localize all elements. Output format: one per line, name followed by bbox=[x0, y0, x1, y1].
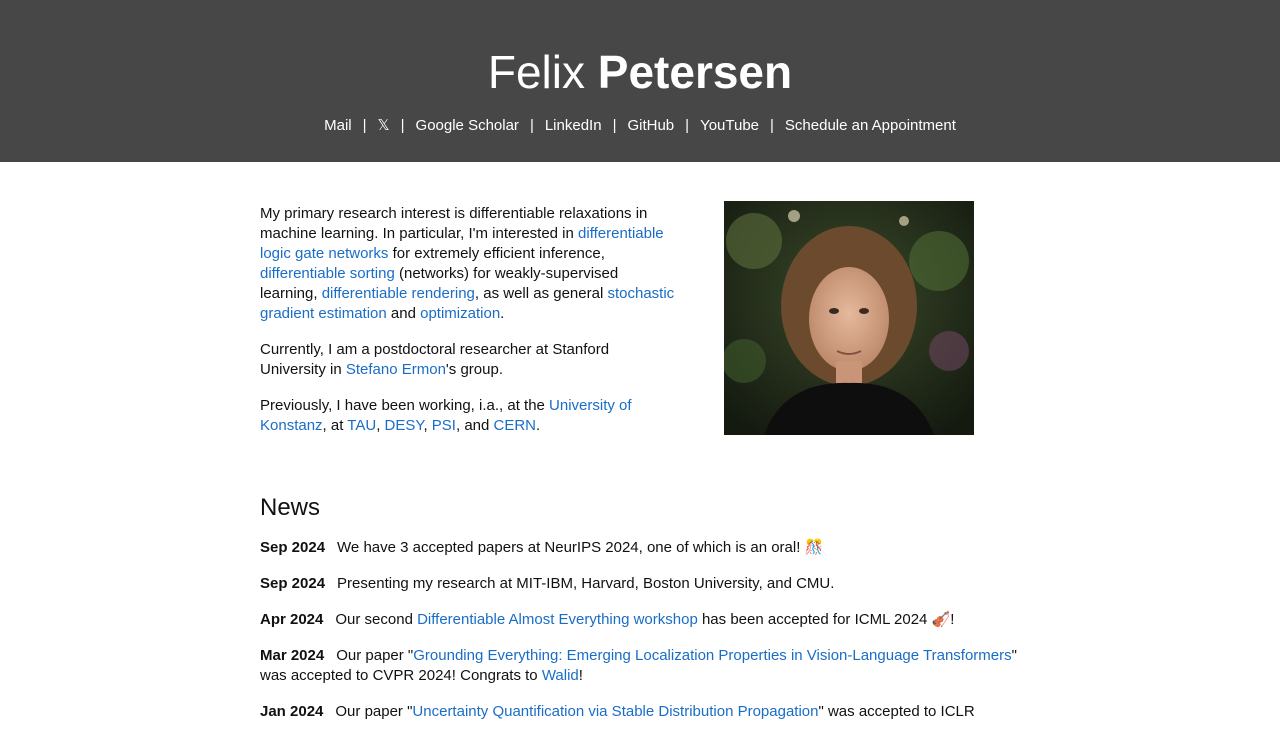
nav-separator: | bbox=[685, 117, 690, 134]
optimization-link[interactable]: optimization bbox=[420, 305, 500, 322]
news-text: ! bbox=[578, 667, 583, 684]
site-header: Felix Petersen Mail | 𝕏 | Google Scholar | Lin… bbox=[0, 0, 1280, 162]
news-item: Sep 2024 We have 3 accepted papers at Neu… bbox=[260, 538, 1020, 558]
nav-github-link[interactable]: GitHub bbox=[627, 117, 674, 134]
uncertainty-paper-link[interactable]: Uncertainty Quantification via Stable Di… bbox=[412, 703, 818, 720]
news-item: Mar 2024 Our paper "Grounding Everything:… bbox=[260, 646, 1020, 686]
nav-separator: | bbox=[529, 117, 534, 134]
intro-text: 's group. bbox=[445, 361, 503, 378]
intro-text: . bbox=[536, 417, 541, 434]
nav-schedule-link[interactable]: Schedule an Appointment bbox=[785, 117, 956, 134]
page-title: Felix Petersen bbox=[0, 42, 1280, 102]
intro-text: for extremely efficient inference, bbox=[388, 245, 605, 262]
nav-google-scholar-link[interactable]: Google Scholar bbox=[416, 117, 519, 134]
stefano-ermon-link[interactable]: Stefano Ermon bbox=[346, 361, 446, 378]
news-list: Sep 2024 We have 3 accepted papers at Neu… bbox=[260, 538, 1020, 738]
news-date: Sep 2024 bbox=[260, 575, 326, 592]
intro-text: Previously, I have been working, i.a., a… bbox=[260, 397, 550, 414]
nav-mail-link[interactable]: Mail bbox=[324, 117, 352, 134]
nav-x-link[interactable]: 𝕏 bbox=[378, 117, 390, 134]
intro-text: , bbox=[423, 417, 432, 434]
news-text: Our paper " bbox=[336, 647, 414, 664]
news-text: Our second bbox=[335, 611, 418, 628]
news-date: Sep 2024 bbox=[260, 539, 326, 556]
nav-separator: | bbox=[362, 117, 367, 134]
nav-youtube-link[interactable]: YouTube bbox=[700, 117, 759, 134]
news-text: Presenting my research at MIT-IBM, Harva… bbox=[337, 575, 835, 592]
news-item: Apr 2024 Our second Differentiable Almost… bbox=[260, 610, 1020, 630]
walid-link[interactable]: Walid bbox=[542, 667, 579, 684]
intro-text: and bbox=[386, 305, 421, 322]
grounding-everything-paper-link[interactable]: Grounding Everything: Emerging Localizat… bbox=[413, 647, 1011, 664]
news-date: Mar 2024 bbox=[260, 647, 325, 664]
intro-paragraph-current: Currently, I am a postdoctoral researche… bbox=[260, 340, 676, 380]
differentiable-sorting-link[interactable]: differentiable sorting bbox=[260, 265, 395, 282]
intro-text: , at bbox=[322, 417, 348, 434]
last-name: Petersen bbox=[597, 46, 793, 98]
news-item: Sep 2024 Presenting my research at MIT-IB… bbox=[260, 574, 1020, 594]
profile-photo bbox=[724, 201, 974, 435]
intro: My primary research interest is differen… bbox=[260, 204, 676, 452]
news-date: Jan 2024 bbox=[260, 703, 324, 720]
first-name: Felix bbox=[487, 46, 585, 98]
workshop-link[interactable]: Differentiable Almost Everything worksho… bbox=[417, 611, 698, 628]
nav-separator: | bbox=[612, 117, 617, 134]
news-date: Apr 2024 bbox=[260, 611, 324, 628]
news-item: Jan 2024 Our paper "Uncertainty Quantific… bbox=[260, 702, 1020, 722]
nav-separator: | bbox=[770, 117, 774, 134]
tau-link[interactable]: TAU bbox=[347, 417, 376, 434]
cern-link[interactable]: CERN bbox=[494, 417, 537, 434]
news-text: has been accepted for ICML 2024 🎻! bbox=[697, 611, 955, 628]
desy-link[interactable]: DESY bbox=[385, 417, 424, 434]
intro-text: , bbox=[376, 417, 385, 434]
intro-text: , as well as general bbox=[474, 285, 608, 302]
nav-links: Mail | 𝕏 | Google Scholar | LinkedIn | GitHub | Yo… bbox=[0, 116, 1280, 136]
news-text: We have 3 accepted papers at NeurIPS 202… bbox=[337, 539, 824, 556]
news-heading: News bbox=[260, 494, 321, 521]
intro-paragraph-previous: Previously, I have been working, i.a., a… bbox=[260, 396, 676, 436]
differentiable-rendering-link[interactable]: differentiable rendering bbox=[322, 285, 475, 302]
psi-link[interactable]: PSI bbox=[432, 417, 456, 434]
intro-paragraph-research: My primary research interest is differen… bbox=[260, 204, 676, 324]
news-text: Our paper " bbox=[335, 703, 413, 720]
intro-text: , and bbox=[455, 417, 494, 434]
nav-linkedin-link[interactable]: LinkedIn bbox=[545, 117, 602, 134]
news-text: " was accepted to ICLR bbox=[818, 703, 975, 720]
intro-text: . bbox=[500, 305, 505, 322]
nav-separator: | bbox=[400, 117, 405, 134]
